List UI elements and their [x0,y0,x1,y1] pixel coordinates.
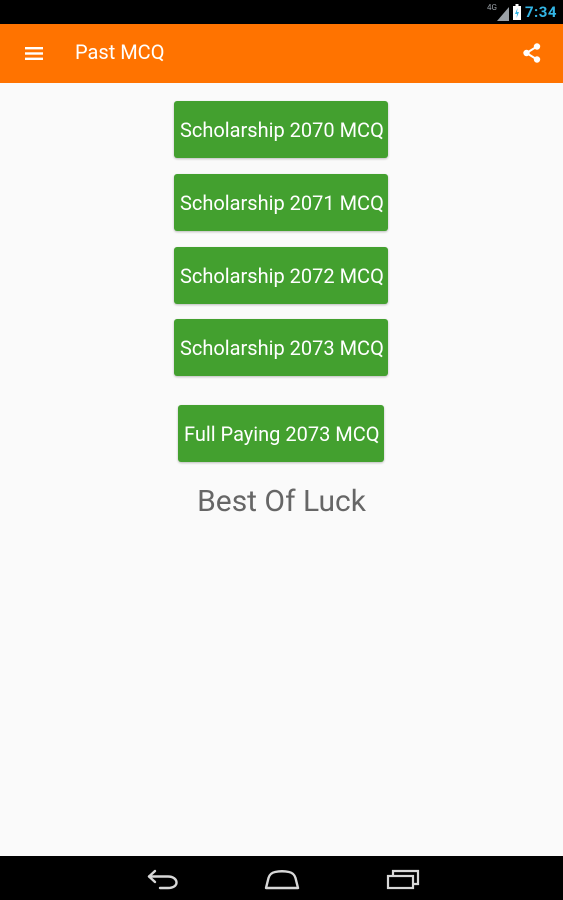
page-title: Past MCQ [75,40,165,64]
full-paying-2073-mcq-button[interactable]: Full Paying 2073 MCQ [178,405,384,462]
network-type: 4G [486,3,497,12]
app-bar: Past MCQ [0,24,563,83]
home-icon[interactable] [264,868,300,890]
best-of-luck-message: Best Of Luck [197,484,366,519]
scholarship-2070-mcq-button[interactable]: Scholarship 2070 MCQ [174,101,388,158]
scholarship-2073-mcq-button[interactable]: Scholarship 2073 MCQ [174,319,388,376]
back-icon[interactable] [146,868,180,890]
navigation-bar [0,856,563,900]
battery-icon [512,4,521,20]
clock: 7:34 [524,3,557,21]
scholarship-2071-mcq-button[interactable]: Scholarship 2071 MCQ [174,174,388,231]
scholarship-2072-mcq-button[interactable]: Scholarship 2072 MCQ [174,247,388,304]
share-icon[interactable] [521,42,543,64]
status-bar: 4G 7:34 [0,0,563,24]
recent-apps-icon[interactable] [385,868,421,890]
hamburger-menu-icon[interactable] [23,44,45,63]
signal-icon: 4G [487,3,509,21]
status-icons: 4G 7:34 [487,0,557,24]
